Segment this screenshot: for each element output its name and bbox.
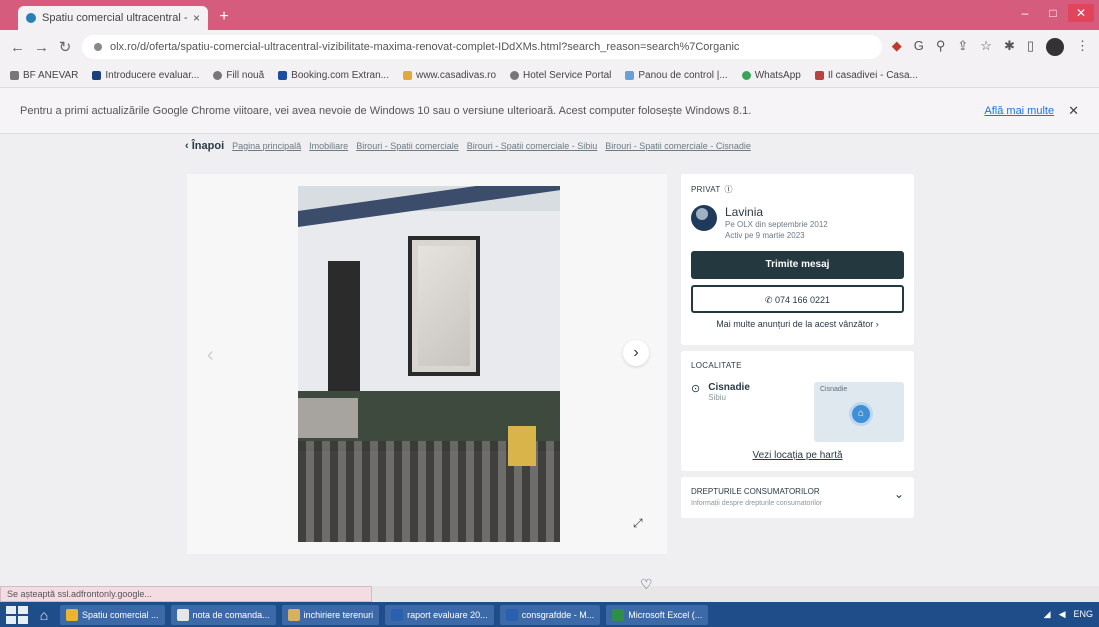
breadcrumb-item[interactable]: Birouri - Spatii comerciale - Cisnadie (605, 141, 751, 151)
star-icon[interactable]: ☆ (980, 38, 992, 56)
city-name: Cisnadie (708, 382, 750, 393)
address-bar[interactable]: olx.ro/d/oferta/spatiu-comercial-ultrace… (82, 35, 882, 59)
seller-last-online: Activ pe 9 martie 2023 (725, 231, 805, 240)
infobar-close-icon[interactable]: ✕ (1068, 103, 1079, 119)
view-map-link[interactable]: Vezi locația pe hartă (691, 450, 904, 461)
location-label: LOCALITATE (691, 361, 742, 370)
seller-info: Lavinia Pe OLX din septembrie 2012 Activ… (691, 205, 904, 241)
fullscreen-expand-icon[interactable]: ⤢ (633, 516, 643, 531)
send-message-button[interactable]: Trimite mesaj (691, 251, 904, 279)
breadcrumb-item[interactable]: Birouri - Spatii comerciale - Sibiu (467, 141, 598, 151)
bookmark-item[interactable]: Panou de control |... (625, 70, 728, 81)
bookmark-item[interactable]: Il casadivei - Casa... (814, 70, 918, 81)
bookmark-item[interactable]: Fill nouă (213, 70, 264, 81)
forward-icon[interactable]: → (34, 39, 49, 56)
taskbar-item[interactable]: nota de comanda... (170, 604, 276, 625)
browser-tab[interactable]: Spatiu comercial ultracentral - ... × (18, 6, 208, 30)
windows-taskbar: ⌂ Spatiu comercial ... nota de comanda..… (0, 602, 1099, 627)
phone-icon: ✆ (764, 295, 773, 305)
menu-icon[interactable]: ⋮ (1076, 38, 1089, 56)
map-marker-icon: ⌂ (849, 402, 873, 426)
volume-icon: ◀ (1058, 609, 1066, 619)
browser-tabstrip: Spatiu comercial ultracentral - ... × + … (0, 0, 1099, 30)
seller-sidebar: PRIVAT ⓘ Lavinia Pe OLX din septembrie 20… (681, 174, 914, 524)
chevron-right-icon: › (875, 319, 879, 329)
seller-card: PRIVAT ⓘ Lavinia Pe OLX din septembrie 20… (681, 174, 914, 345)
location-card: LOCALITATE ⊙ Cisnadie Sibiu Cisnadie ⌂ V… (681, 351, 914, 471)
new-tab-button[interactable]: + (216, 9, 232, 25)
gallery-next-icon[interactable]: › (623, 340, 649, 366)
listing-page: ‹ Înapoi Pagina principală Imobiliare Bi… (0, 134, 1099, 592)
photo-gallery: ‹ › ⤢ (187, 174, 667, 554)
phone-button[interactable]: ✆ 074 166 0221 (691, 285, 904, 313)
bookmarks-bar: BF ANEVAR Introducere evaluar... Fill no… (0, 64, 1099, 88)
bookmark-item[interactable]: Introducere evaluar... (92, 70, 199, 81)
window-controls: – □ ✕ (1012, 4, 1094, 22)
rights-title: DREPTURILE CONSUMATORILOR (691, 487, 820, 496)
breadcrumb-item[interactable]: Pagina principală (232, 141, 301, 151)
extensions-puzzle-icon[interactable]: ✱ (1004, 38, 1015, 56)
tab-title: Spatiu comercial ultracentral - ... (42, 12, 189, 24)
taskbar-item[interactable]: consgrafdde - M... (499, 604, 601, 625)
info-icon[interactable]: ⓘ (725, 184, 733, 195)
search-icon[interactable]: ⚲ (936, 38, 946, 56)
consumer-rights-card[interactable]: DREPTURILE CONSUMATORILOR Informații des… (681, 477, 914, 518)
toolbar-icons: ◆ G ⚲ ⇪ ☆ ✱ ▯ ⋮ (892, 38, 1089, 56)
location-map[interactable]: Cisnadie ⌂ (814, 382, 904, 442)
status-tooltip: Se așteaptă ssl.adfrontonly.google... (0, 586, 372, 602)
more-ads-link[interactable]: Mai multe anunțuri de la acest vânzător … (691, 313, 904, 335)
avatar[interactable] (691, 205, 717, 231)
seller-since: Pe OLX din septembrie 2012 (725, 220, 828, 229)
favorite-heart-icon[interactable]: ♡ (640, 576, 653, 593)
language-indicator: ENG (1073, 609, 1093, 619)
infobar-message: Pentru a primi actualizările Google Chro… (20, 104, 752, 117)
google-icon[interactable]: G (914, 38, 924, 56)
system-tray[interactable]: ◢ ◀ ENG (1044, 609, 1093, 620)
taskbar-item[interactable]: inchiriere terenuri (281, 604, 380, 625)
chrome-update-infobar: Pentru a primi actualizările Google Chro… (0, 88, 1099, 134)
breadcrumb: ‹ Înapoi Pagina principală Imobiliare Bi… (185, 140, 751, 152)
back-link[interactable]: ‹ Înapoi (185, 140, 224, 152)
home-icon[interactable]: ⌂ (34, 607, 54, 623)
bookmark-item[interactable]: Booking.com Extran... (278, 70, 389, 81)
olx-favicon-icon (26, 13, 36, 23)
bookmark-item[interactable]: WhatsApp (741, 70, 801, 81)
breadcrumb-item[interactable]: Birouri - Spatii comerciale (356, 141, 459, 151)
breadcrumb-item[interactable]: Imobiliare (309, 141, 348, 151)
taskbar-item[interactable]: raport evaluare 20... (385, 604, 494, 625)
tab-close-icon[interactable]: × (193, 11, 200, 25)
minimize-icon[interactable]: – (1012, 4, 1038, 22)
reload-icon[interactable]: ↻ (58, 38, 72, 56)
close-window-icon[interactable]: ✕ (1068, 4, 1094, 22)
chevron-down-icon[interactable]: ⌄ (894, 487, 904, 501)
rights-subtitle: Informații despre drepturile consumatori… (691, 500, 823, 507)
map-city-label: Cisnadie (820, 386, 848, 393)
browser-toolbar: ← → ↻ olx.ro/d/oferta/spatiu-comercial-u… (0, 30, 1099, 64)
county-name: Sibiu (708, 393, 727, 402)
extension-icon[interactable]: ◆ (892, 38, 902, 56)
bookmark-item[interactable]: BF ANEVAR (10, 70, 78, 81)
profile-avatar-icon[interactable] (1046, 38, 1064, 56)
windows-start-icon[interactable] (6, 605, 28, 624)
back-icon[interactable]: ← (10, 39, 25, 56)
share-icon[interactable]: ⇪ (957, 38, 968, 56)
url-text: olx.ro/d/oferta/spatiu-comercial-ultrace… (110, 41, 740, 53)
seller-type-label: PRIVAT ⓘ (691, 184, 733, 195)
lock-icon (94, 43, 102, 51)
gallery-prev-icon[interactable]: ‹ (207, 344, 214, 367)
side-panel-icon[interactable]: ▯ (1027, 38, 1034, 56)
listing-photo[interactable] (298, 186, 560, 542)
network-icon: ◢ (1043, 609, 1051, 619)
location-pin-icon: ⊙ (691, 383, 701, 395)
seller-name[interactable]: Lavinia (725, 205, 828, 219)
learn-more-link[interactable]: Află mai multe (984, 105, 1054, 117)
taskbar-item[interactable]: Microsoft Excel (... (606, 604, 709, 625)
taskbar-item[interactable]: Spatiu comercial ... (60, 604, 165, 625)
maximize-icon[interactable]: □ (1040, 4, 1066, 22)
bookmark-item[interactable]: www.casadivas.ro (402, 70, 496, 81)
bookmark-item[interactable]: Hotel Service Portal (510, 70, 611, 81)
